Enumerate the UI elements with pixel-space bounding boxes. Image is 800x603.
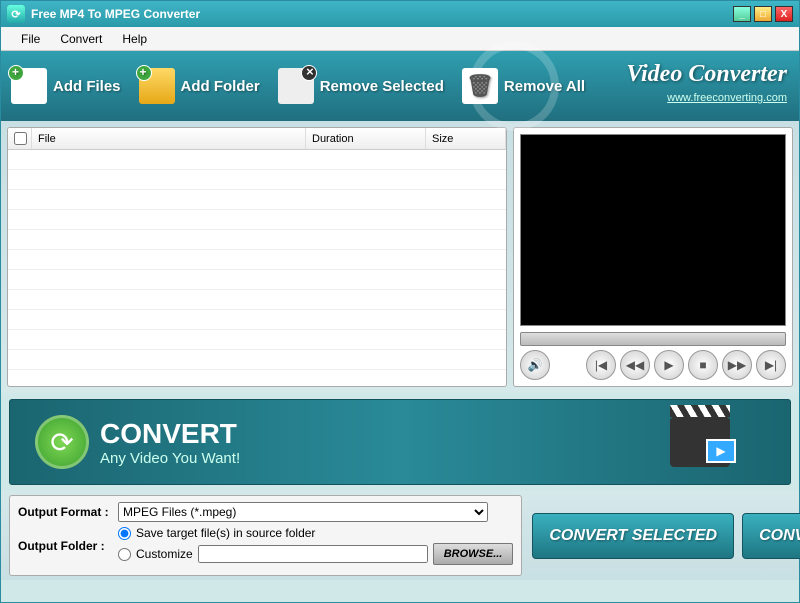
save-source-radio[interactable] — [118, 527, 131, 540]
rewind-button[interactable]: ◀◀ — [620, 350, 650, 380]
convert-selected-button[interactable]: CONVERT SELECTED — [532, 513, 734, 559]
skip-back-button[interactable]: |◀ — [586, 350, 616, 380]
skip-forward-button[interactable]: ▶| — [756, 350, 786, 380]
customize-radio[interactable] — [118, 548, 131, 561]
header-file[interactable]: File — [32, 128, 306, 149]
remove-selected-label: Remove Selected — [320, 78, 444, 95]
volume-button[interactable]: 🔊 — [520, 350, 550, 380]
output-format-select[interactable]: MPEG Files (*.mpeg) — [118, 502, 488, 522]
video-preview — [520, 134, 786, 326]
output-folder-label: Output Folder : — [18, 539, 118, 553]
header-checkbox-cell — [8, 128, 32, 149]
table-row — [8, 230, 506, 250]
table-row — [8, 350, 506, 370]
output-settings: Output Format : MPEG Files (*.mpeg) Outp… — [9, 495, 522, 576]
table-row — [8, 170, 506, 190]
brand-link[interactable]: www.freeconverting.com — [667, 92, 787, 104]
forward-button[interactable]: ▶▶ — [722, 350, 752, 380]
table-row — [8, 270, 506, 290]
file-rows[interactable] — [8, 150, 506, 386]
preview-panel: 🔊 |◀ ◀◀ ▶ ■ ▶▶ ▶| — [513, 127, 793, 387]
remove-icon — [278, 68, 314, 104]
menu-convert[interactable]: Convert — [50, 29, 112, 49]
file-plus-icon — [11, 68, 47, 104]
clapperboard-icon — [670, 417, 730, 467]
stop-button[interactable]: ■ — [688, 350, 718, 380]
app-icon: ⟳ — [7, 5, 25, 23]
convert-banner: ⟳ CONVERT Any Video You Want! — [9, 399, 791, 485]
table-row — [8, 310, 506, 330]
bottom-bar: Output Format : MPEG Files (*.mpeg) Outp… — [1, 491, 799, 580]
seek-bar[interactable] — [520, 332, 786, 346]
table-row — [8, 250, 506, 270]
file-list-header: File Duration Size — [8, 128, 506, 150]
table-row — [8, 190, 506, 210]
remove-selected-button[interactable]: Remove Selected — [278, 68, 444, 104]
menu-file[interactable]: File — [11, 29, 50, 49]
main-area: File Duration Size 🔊 |◀ ◀◀ ▶ — [1, 121, 799, 393]
banner-title: CONVERT — [100, 418, 240, 450]
browse-button[interactable]: BROWSE... — [433, 543, 514, 565]
convert-all-button[interactable]: CONVERT ALL — [742, 513, 800, 559]
play-button[interactable]: ▶ — [654, 350, 684, 380]
menubar: File Convert Help — [1, 27, 799, 51]
header-size[interactable]: Size — [426, 128, 506, 149]
window-title: Free MP4 To MPEG Converter — [31, 7, 733, 21]
add-folder-label: Add Folder — [181, 78, 260, 95]
save-source-label: Save target file(s) in source folder — [136, 526, 315, 540]
output-format-label: Output Format : — [18, 505, 118, 519]
maximize-button[interactable]: □ — [754, 6, 772, 22]
action-buttons: CONVERT SELECTED CONVERT ALL — [532, 495, 800, 576]
select-all-checkbox[interactable] — [14, 132, 27, 145]
media-controls: 🔊 |◀ ◀◀ ▶ ■ ▶▶ ▶| — [520, 350, 786, 380]
add-files-button[interactable]: Add Files — [11, 68, 121, 104]
remove-all-label: Remove All — [504, 78, 585, 95]
table-row — [8, 150, 506, 170]
minimize-button[interactable]: _ — [733, 6, 751, 22]
add-files-label: Add Files — [53, 78, 121, 95]
table-row — [8, 210, 506, 230]
customize-path-input[interactable] — [198, 545, 428, 563]
table-row — [8, 290, 506, 310]
table-row — [8, 330, 506, 350]
brand: Video Converter www.freeconverting.com — [626, 61, 787, 106]
banner-subtitle: Any Video You Want! — [100, 450, 240, 467]
file-list-panel: File Duration Size — [7, 127, 507, 387]
refresh-icon: ⟳ — [35, 415, 89, 469]
save-source-option[interactable]: Save target file(s) in source folder — [118, 526, 513, 540]
titlebar: ⟳ Free MP4 To MPEG Converter _ □ X — [1, 1, 799, 27]
trash-icon: 🗑 — [462, 68, 498, 104]
brand-title: Video Converter — [626, 61, 787, 88]
add-folder-button[interactable]: Add Folder — [139, 68, 260, 104]
header-duration[interactable]: Duration — [306, 128, 426, 149]
customize-option[interactable]: Customize — [118, 547, 193, 561]
window-controls: _ □ X — [733, 6, 793, 22]
menu-help[interactable]: Help — [112, 29, 157, 49]
customize-label: Customize — [136, 547, 193, 561]
toolbar: Add Files Add Folder Remove Selected 🗑 R… — [1, 51, 799, 121]
close-button[interactable]: X — [775, 6, 793, 22]
remove-all-button[interactable]: 🗑 Remove All — [462, 68, 585, 104]
folder-plus-icon — [139, 68, 175, 104]
